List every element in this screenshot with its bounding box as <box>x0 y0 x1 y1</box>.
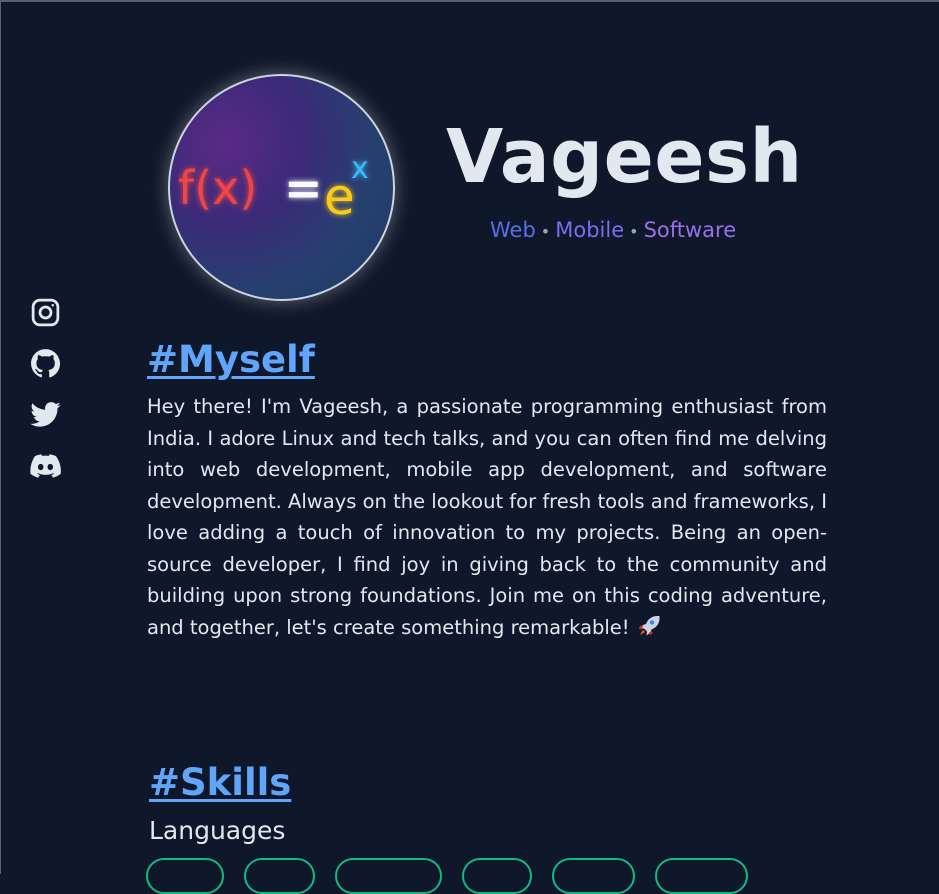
languages-subheading: Languages <box>149 816 286 845</box>
twitter-link[interactable] <box>29 398 62 431</box>
svg-text:x: x <box>351 151 369 186</box>
avatar: f(x) = e x <box>168 74 395 301</box>
language-pill <box>655 858 748 894</box>
skills-section-title[interactable]: #Skills <box>149 764 291 801</box>
tagline-separator: • <box>629 222 639 241</box>
rocket-icon <box>638 615 660 635</box>
github-link[interactable] <box>29 347 62 380</box>
avatar-formula-image: f(x) = e x <box>178 151 369 226</box>
social-links <box>29 296 62 482</box>
language-pill <box>462 858 532 894</box>
about-text: Hey there! I'm Vageesh, a passionate pro… <box>147 395 827 639</box>
language-pill-list <box>146 858 748 894</box>
tagline: Web • Mobile • Software <box>490 220 736 241</box>
instagram-link[interactable] <box>29 296 62 329</box>
about-paragraph: Hey there! I'm Vageesh, a passionate pro… <box>147 391 827 643</box>
twitter-icon <box>30 402 61 427</box>
tagline-web: Web <box>490 218 536 242</box>
github-icon <box>31 349 61 378</box>
tagline-separator: • <box>540 222 551 241</box>
svg-text:f(x): f(x) <box>178 161 257 215</box>
profile-name: Vageesh <box>446 114 803 200</box>
language-pill <box>335 858 442 894</box>
tagline-software: Software <box>643 218 737 242</box>
svg-text:=: = <box>284 161 323 215</box>
discord-icon <box>30 454 61 478</box>
myself-section-title[interactable]: #Myself <box>147 341 315 378</box>
language-pill <box>244 858 315 894</box>
instagram-icon <box>31 298 60 327</box>
language-pill <box>552 858 635 894</box>
tagline-mobile: Mobile <box>555 218 625 242</box>
language-pill <box>146 858 224 894</box>
discord-link[interactable] <box>29 449 62 482</box>
